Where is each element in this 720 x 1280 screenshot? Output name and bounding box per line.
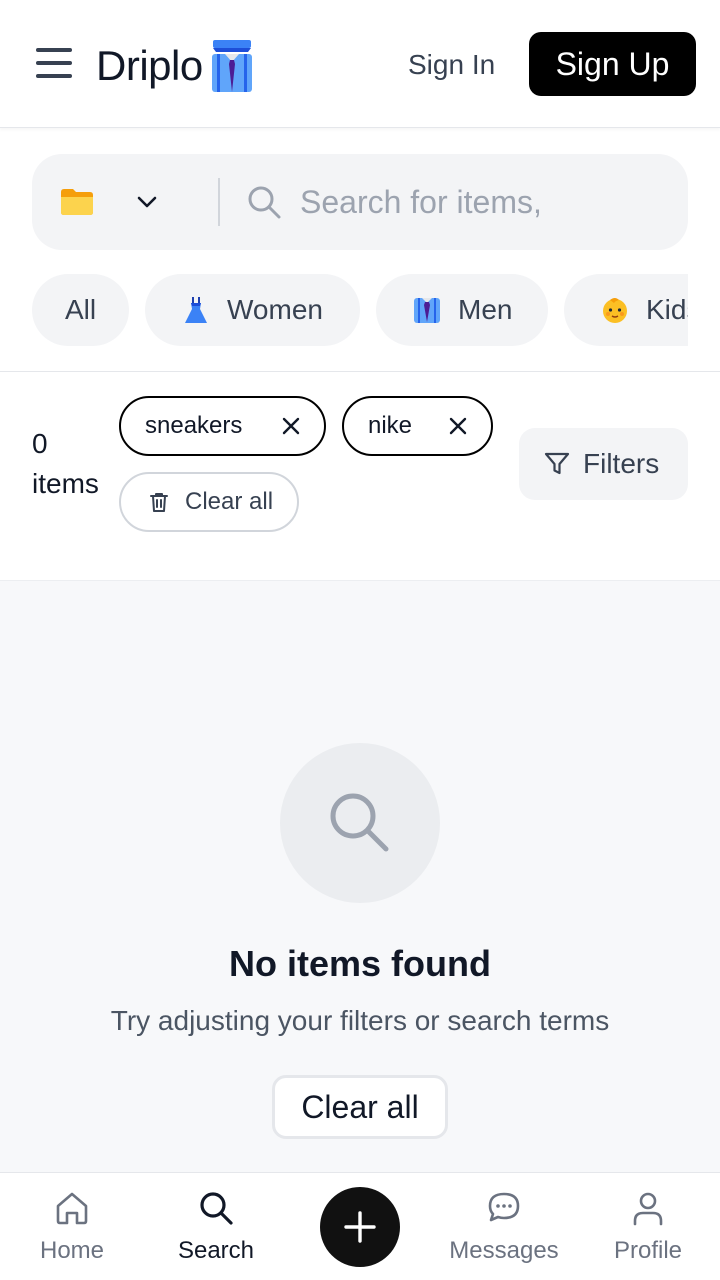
filters-label: Filters [583, 448, 660, 479]
filter-chip-label: nike [368, 412, 413, 439]
category-kids[interactable]: Kids [564, 274, 688, 346]
user-icon [633, 1192, 663, 1226]
category-men[interactable]: Men [376, 274, 548, 346]
nav-label: Search [177, 1237, 255, 1264]
nav-label: Home [39, 1237, 105, 1264]
results-count: 0 items [32, 424, 99, 504]
nav-label: Profile [613, 1237, 683, 1264]
bottom-navigation: Home Search Messages Profile [0, 1172, 720, 1280]
search-icon [248, 186, 281, 219]
empty-state-subtitle: Try adjusting your filters or search ter… [110, 1005, 610, 1036]
category-label: Kids [646, 294, 688, 325]
category-all[interactable]: All [32, 274, 129, 346]
chat-icon [488, 1192, 520, 1222]
empty-state-title: No items found [229, 943, 491, 984]
close-icon[interactable] [280, 415, 302, 437]
results-count-number: 0 [32, 428, 48, 459]
filter-chip-nike[interactable]: nike [342, 396, 493, 456]
search-icon [330, 793, 389, 852]
nav-search[interactable]: Search [144, 1189, 288, 1265]
category-label: Women [227, 294, 323, 325]
trash-icon [150, 493, 168, 512]
category-label: Men [458, 294, 513, 325]
nav-label: Messages [449, 1237, 559, 1264]
sign-in-link[interactable]: Sign In [400, 40, 503, 90]
search-icon [200, 1192, 233, 1225]
nav-profile[interactable]: Profile [576, 1189, 720, 1265]
brand-name: Driplo [96, 42, 203, 89]
category-pills: All Women Men Kids [32, 274, 688, 346]
add-listing-button[interactable] [320, 1187, 400, 1267]
brand-logo[interactable]: Driplo [96, 36, 255, 96]
nav-messages[interactable]: Messages [432, 1189, 576, 1265]
filters-button[interactable]: Filters [519, 428, 688, 500]
filter-chip-sneakers[interactable]: sneakers [119, 396, 326, 456]
category-women[interactable]: Women [145, 274, 360, 346]
filter-chip-label: sneakers [145, 412, 243, 439]
empty-state-illustration [280, 743, 440, 903]
section-divider [0, 371, 720, 372]
sign-up-button[interactable]: Sign Up [529, 32, 696, 96]
results-count-unit: items [32, 468, 99, 499]
baby-icon [603, 298, 627, 323]
shirt-tie-icon [414, 298, 440, 323]
menu-icon[interactable] [36, 48, 76, 82]
home-icon [56, 1192, 88, 1225]
app-header: Driplo Sign In Sign Up [0, 0, 720, 128]
empty-state: No items found Try adjusting your filter… [0, 580, 720, 1172]
category-dropdown[interactable] [60, 188, 194, 216]
filter-icon [544, 452, 570, 475]
search-bar [32, 154, 688, 250]
search-divider [218, 178, 220, 226]
plus-icon [344, 1211, 376, 1243]
close-icon[interactable] [447, 415, 469, 437]
shop-shirt-icon [211, 40, 252, 92]
category-label: All [64, 294, 97, 325]
clear-all-button[interactable]: Clear all [272, 1075, 448, 1139]
search-input[interactable] [300, 183, 660, 221]
folder-icon [61, 189, 93, 215]
dress-icon [185, 297, 207, 323]
nav-home[interactable]: Home [0, 1189, 144, 1265]
clear-all-filters-button[interactable]: Clear all [119, 472, 299, 532]
clear-all-label: Clear all [185, 488, 274, 515]
chevron-down-icon [137, 196, 157, 208]
